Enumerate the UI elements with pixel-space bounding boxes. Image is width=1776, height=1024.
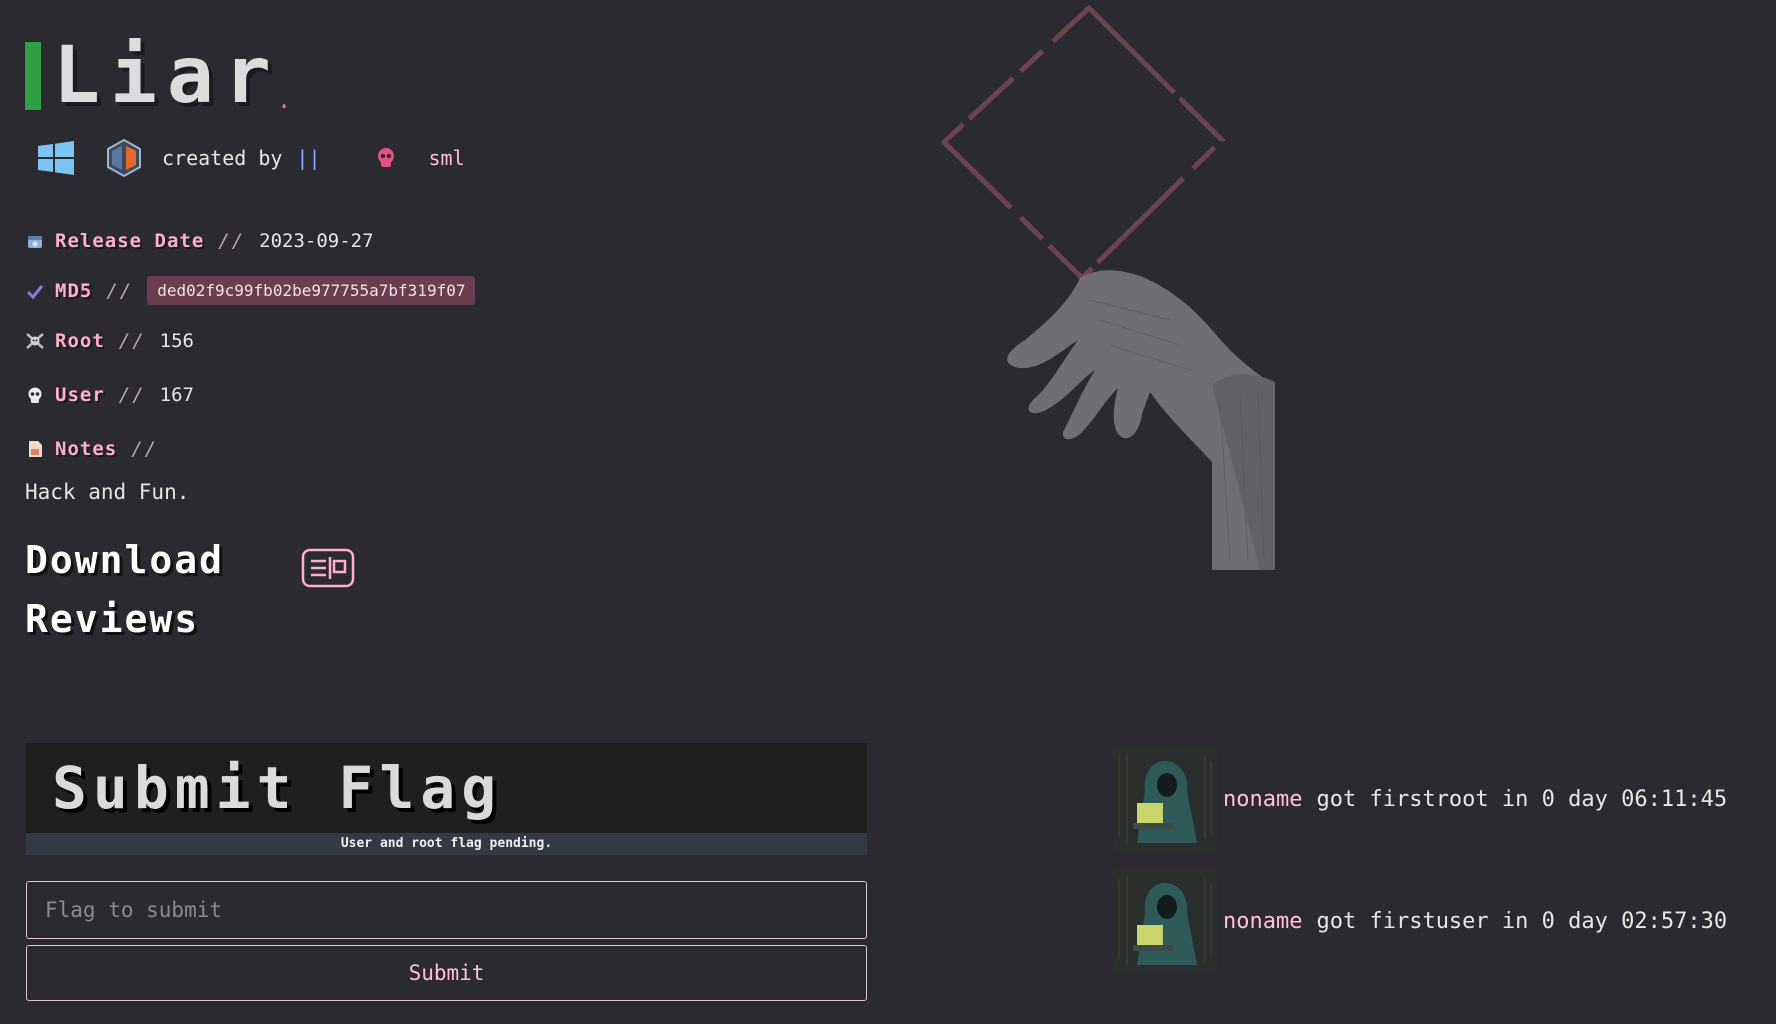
title-dot: . [276,86,292,114]
machine-title: Liar [53,31,281,121]
release-date-label: Release Date [55,230,205,252]
check-icon [25,281,45,301]
hacker-avatar[interactable] [1113,747,1217,851]
blood-user-user[interactable]: noname [1223,909,1302,934]
notes-row: Notes // [25,438,172,460]
flag-input[interactable] [26,881,867,939]
flag-status-bar: User and root flag pending. [26,833,867,855]
submit-flag-header: Submit Flag [26,743,867,833]
user-owns-row: User // 167 [25,384,194,406]
author-link[interactable]: sml [429,146,465,170]
hacker-avatar[interactable] [1113,869,1217,973]
notes-slashes: // [131,438,159,460]
blood-root-text: got firstroot in 0 day 06:11:45 [1316,786,1728,812]
title-accent-bar [25,42,41,110]
skull-icon [25,385,45,405]
release-date-value: 2023-09-27 [259,230,374,252]
hex-shield-icon [107,138,141,178]
skull-icon [377,148,394,167]
root-slashes: // [118,330,146,352]
notes-text: Hack and Fun. [25,480,190,504]
machine-page: Liar . created by || sml Release Date //… [0,0,1776,1024]
machine-meta: created by || sml [36,138,465,178]
submit-button[interactable]: Submit [26,945,867,1001]
reviews-link[interactable]: Reviews [25,597,199,641]
submit-flag-panel: Submit Flag User and root flag pending. … [26,743,867,1001]
hand-diamond-illustration [940,4,1275,570]
user-value: 167 [159,384,194,406]
crossbones-icon [25,331,45,351]
md5-value[interactable]: ded02f9c99fb02be977755a7bf319f07 [147,276,476,305]
release-date-slashes: // [218,230,246,252]
notes-label: Notes [55,438,118,460]
calendar-icon [25,231,45,251]
note-icon [25,439,45,459]
release-date-row: Release Date // 2023-09-27 [25,230,374,252]
first-root-blood: noname got firstroot in 0 day 06:11:45 [1113,747,1727,851]
md5-label: MD5 [55,279,93,302]
user-label: User [55,384,105,406]
machine-title-block: Liar . [25,31,292,121]
blood-root-user[interactable]: noname [1223,787,1302,812]
windows-icon [38,141,74,175]
root-label: Root [55,330,105,352]
download-link[interactable]: Download [25,538,224,582]
created-by-label: created by [162,146,283,170]
download-card-icon[interactable] [301,548,355,588]
first-user-blood: noname got firstuser in 0 day 02:57:30 [1113,869,1727,973]
root-owns-row: Root // 156 [25,330,194,352]
md5-row: MD5 // ded02f9c99fb02be977755a7bf319f07 [25,276,476,305]
root-value: 156 [159,330,194,352]
submit-flag-title: Submit Flag [52,754,503,822]
md5-slashes: // [106,279,134,302]
blood-user-text: got firstuser in 0 day 02:57:30 [1316,908,1728,934]
user-slashes: // [118,384,146,406]
separator: || [296,146,321,170]
